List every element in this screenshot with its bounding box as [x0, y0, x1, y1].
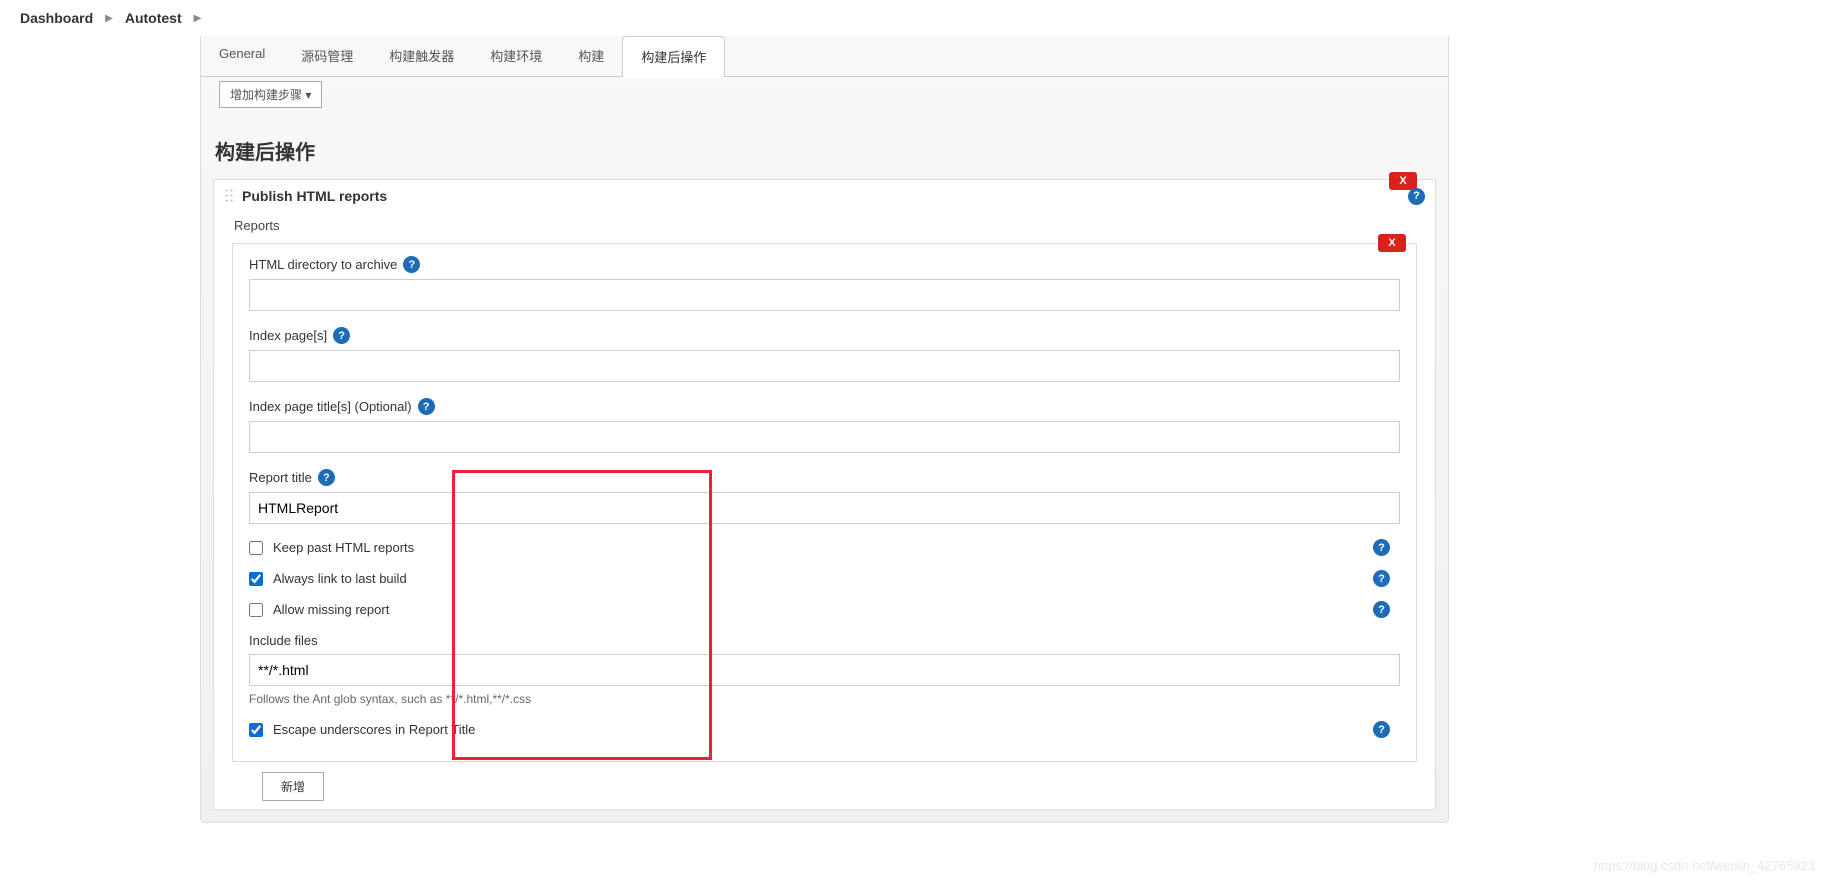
chevron-right-icon: ▶ [194, 13, 202, 24]
include-files-input[interactable] [249, 654, 1400, 686]
report-title-input[interactable] [249, 492, 1400, 524]
tab-general[interactable]: General [201, 36, 283, 76]
config-panel: General 源码管理 构建触发器 构建环境 构建 构建后操作 增加构建步骤 … [200, 36, 1449, 823]
help-icon[interactable]: ? [333, 327, 350, 344]
allow-missing-checkbox[interactable] [249, 603, 263, 617]
tab-postbuild[interactable]: 构建后操作 [622, 36, 725, 77]
escape-underscore-label[interactable]: Escape underscores in Report Title [273, 722, 475, 737]
report-entry: X HTML directory to archive? Index page[… [232, 243, 1417, 762]
index-titles-label: Index page title[s] (Optional) [249, 399, 412, 414]
allow-missing-label[interactable]: Allow missing report [273, 602, 389, 617]
chevron-right-icon: ▶ [105, 13, 113, 24]
tab-scm[interactable]: 源码管理 [283, 36, 371, 76]
include-files-desc: Follows the Ant glob syntax, such as **/… [249, 692, 1400, 706]
tab-triggers[interactable]: 构建触发器 [371, 36, 472, 76]
help-icon[interactable]: ? [1373, 570, 1390, 587]
escape-underscore-checkbox[interactable] [249, 723, 263, 737]
index-titles-input[interactable] [249, 421, 1400, 453]
help-icon[interactable]: ? [1373, 539, 1390, 556]
help-icon[interactable]: ? [1373, 721, 1390, 738]
panel-title: Publish HTML reports [242, 188, 387, 204]
help-icon[interactable]: ? [1408, 188, 1425, 205]
index-pages-input[interactable] [249, 350, 1400, 382]
always-link-checkbox[interactable] [249, 572, 263, 586]
report-title-label: Report title [249, 470, 312, 485]
tab-build[interactable]: 构建 [560, 36, 622, 76]
breadcrumb-autotest[interactable]: Autotest [125, 10, 182, 26]
reports-label: Reports [234, 218, 1417, 233]
html-dir-input[interactable] [249, 279, 1400, 311]
chevron-down-icon: ▾ [305, 88, 311, 102]
index-pages-label: Index page[s] [249, 328, 327, 343]
help-icon[interactable]: ? [403, 256, 420, 273]
delete-report-button[interactable]: X [1378, 234, 1406, 252]
breadcrumb-dashboard[interactable]: Dashboard [20, 10, 93, 26]
panel-header[interactable]: Publish HTML reports ? [214, 180, 1435, 212]
help-icon[interactable]: ? [318, 469, 335, 486]
watermark: https://blog.csdn.net/weixin_42765923 [1594, 858, 1815, 873]
help-icon[interactable]: ? [1373, 601, 1390, 618]
help-icon[interactable]: ? [418, 398, 435, 415]
content-area: 增加构建步骤 ▾ 构建后操作 X Publish HTML reports ? … [201, 77, 1448, 822]
include-files-label: Include files [249, 633, 318, 648]
tab-env[interactable]: 构建环境 [472, 36, 560, 76]
keep-past-checkbox[interactable] [249, 541, 263, 555]
section-title: 构建后操作 [215, 136, 1436, 165]
drag-handle-icon[interactable] [224, 188, 234, 204]
tab-bar: General 源码管理 构建触发器 构建环境 构建 构建后操作 [201, 36, 1448, 77]
keep-past-label[interactable]: Keep past HTML reports [273, 540, 414, 555]
always-link-label[interactable]: Always link to last build [273, 571, 407, 586]
breadcrumb: Dashboard ▶ Autotest ▶ [0, 0, 1829, 36]
add-report-button[interactable]: 新增 [262, 772, 324, 801]
publish-html-panel: X Publish HTML reports ? Reports X HTML … [213, 179, 1436, 810]
add-build-step-button[interactable]: 增加构建步骤 ▾ [219, 81, 322, 108]
html-dir-label: HTML directory to archive [249, 257, 397, 272]
